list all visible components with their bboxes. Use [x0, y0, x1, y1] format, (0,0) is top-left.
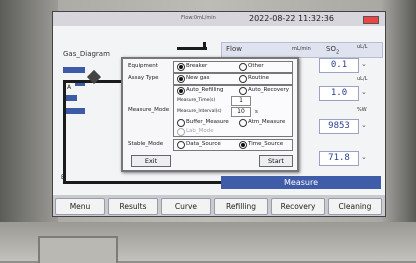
stable-data-source-label: Data_Source — [186, 141, 221, 147]
pipe-bottom — [63, 181, 221, 184]
measure-times-input[interactable]: 1 — [231, 96, 251, 106]
mode-buffer-measure-radio[interactable] — [177, 119, 185, 127]
measure-mode-label: Measure_Mode — [128, 107, 170, 113]
unit-2: uL/L — [357, 76, 368, 82]
equipment-label: Equipment — [128, 63, 158, 69]
unit-1: uL/L — [357, 44, 368, 50]
equipment-breaker-radio[interactable] — [177, 63, 185, 71]
exit-button[interactable]: Exit — [131, 155, 171, 167]
stable-data-source-radio[interactable] — [177, 141, 185, 149]
status-flow: Flow:0mL/min — [181, 15, 216, 21]
value-3: 9853 — [319, 119, 359, 134]
stable-time-source-radio[interactable] — [239, 141, 247, 149]
curve-button[interactable]: Curve — [161, 198, 211, 215]
start-button[interactable]: Start — [259, 155, 293, 167]
unit-3: %W — [357, 107, 367, 113]
interval-unit: s — [255, 109, 258, 115]
assay-type-label: Assay Type — [128, 75, 159, 81]
pipe-stub — [203, 42, 206, 50]
chevron-down-icon[interactable]: ⌄ — [361, 121, 367, 129]
measure-interval-input[interactable]: 10 — [231, 107, 251, 117]
mode-atm-measure-radio[interactable] — [239, 119, 247, 127]
diagram-title: Gas_Diagram — [63, 50, 110, 58]
battery-icon — [363, 16, 379, 24]
assay-routine-radio[interactable] — [239, 75, 247, 83]
measure-button[interactable]: Measure — [221, 176, 381, 189]
value-1: 0.1 — [319, 58, 359, 73]
results-button[interactable]: Results — [108, 198, 158, 215]
mode-lab-label: Lab_Mode — [186, 128, 214, 134]
diagram-block-1 — [63, 67, 85, 73]
refilling-button[interactable]: Refilling — [214, 198, 268, 215]
stable-mode-label: Stable_Mode — [128, 141, 164, 147]
equipment-other-label: Other — [248, 63, 264, 69]
diagram-block-4 — [63, 108, 85, 114]
value-4: 71.8 — [319, 151, 359, 166]
measure-times-label: Measure_Time(s) — [177, 98, 216, 103]
mode-atm-measure-label: Atm_Measure — [248, 119, 286, 125]
assay-new-gas-radio[interactable] — [177, 75, 185, 83]
assay-routine-label: Routine — [248, 75, 269, 81]
chevron-down-icon[interactable]: ⌄ — [361, 60, 367, 68]
status-datetime: 2022-08-22 11:32:36 — [249, 14, 334, 23]
assay-new-gas-label: New gas — [186, 75, 210, 81]
value-2: 1.0 — [319, 86, 359, 101]
cleaning-button[interactable]: Cleaning — [328, 198, 382, 215]
flow-unit: mL/min — [292, 46, 311, 52]
flow-label: Flow — [226, 45, 242, 53]
so2-label: SO2 — [326, 45, 340, 56]
port-b-label: B — [61, 174, 66, 181]
port-a-label: A — [67, 84, 72, 91]
mode-auto-recovery-radio[interactable] — [239, 87, 247, 95]
mode-auto-recovery-label: Auto_Recovery — [248, 87, 290, 93]
equipment-breaker-label: Breaker — [186, 63, 208, 69]
menu-button[interactable]: Menu — [55, 198, 105, 215]
status-bar: Flow:0mL/min 2022-08-22 11:32:36 — [53, 12, 385, 26]
mode-auto-refilling-radio[interactable] — [177, 87, 185, 95]
equipment-other-radio[interactable] — [239, 63, 247, 71]
stable-time-source-label: Time_Source — [248, 141, 284, 147]
measure-interval-label: Measure_Interval(s) — [177, 109, 222, 114]
mode-lab-radio[interactable] — [177, 128, 185, 136]
chevron-down-icon[interactable]: ⌄ — [361, 88, 367, 96]
recovery-button[interactable]: Recovery — [271, 198, 325, 215]
chevron-down-icon[interactable]: ⌄ — [361, 153, 367, 161]
device-slot — [38, 236, 118, 263]
pipe-left — [63, 80, 66, 184]
mode-buffer-measure-label: Buffer_Measure — [186, 119, 229, 125]
measure-settings-dialog: Equipment Breaker Other Assay Type New g… — [121, 57, 299, 172]
mode-auto-refilling-label: Auto_Refilling — [186, 87, 224, 93]
